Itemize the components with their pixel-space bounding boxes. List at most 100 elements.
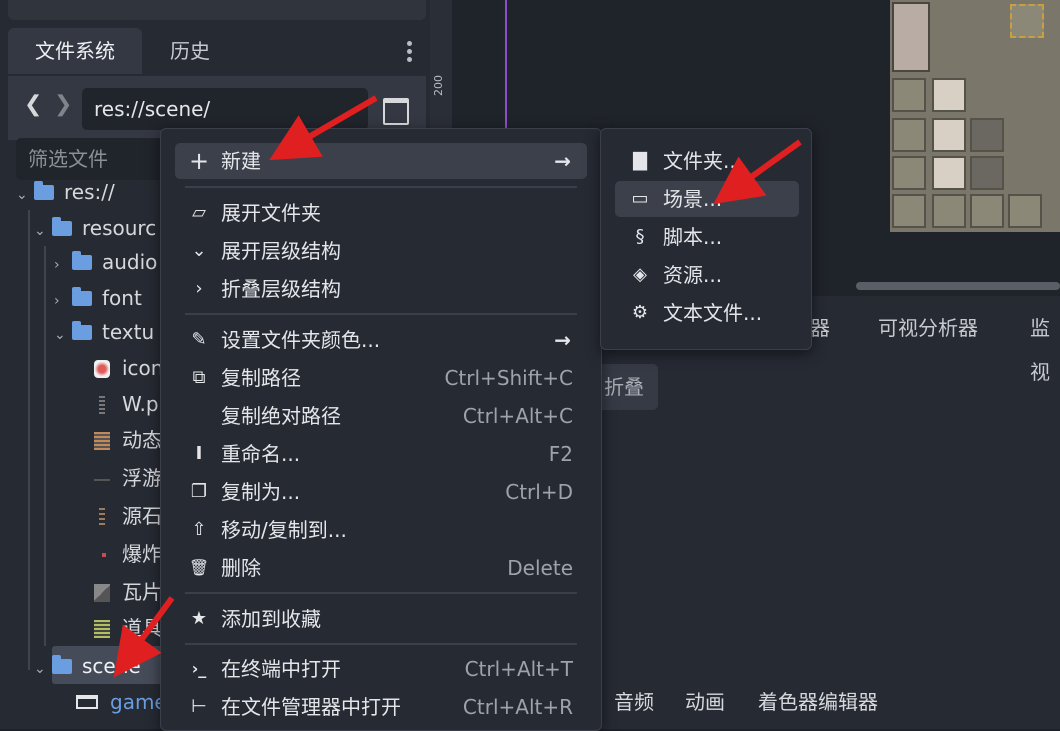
image-thumb-icon xyxy=(94,584,110,602)
menu-item-add-favorite[interactable]: ★ 添加到收藏 xyxy=(175,601,587,637)
star-icon: ★ xyxy=(190,608,208,629)
tab-partial[interactable]: 器 xyxy=(810,306,830,350)
tree-guide-line xyxy=(28,210,30,670)
cube-icon: ◈ xyxy=(633,264,647,285)
submenu-item-resource[interactable]: ◈ 资源... xyxy=(615,257,799,293)
tree-guide-line xyxy=(44,246,46,646)
tree-item-game-scene[interactable]: game xyxy=(76,684,167,720)
menu-item-expand-hierarchy[interactable]: ⌄ 展开层级结构 xyxy=(175,233,587,269)
tile xyxy=(1010,4,1044,38)
chevron-down-icon: ⌄ xyxy=(191,240,207,261)
tree-item-resources[interactable]: ⌄ resourc xyxy=(34,210,156,246)
path-input[interactable]: res://scene/ xyxy=(82,88,368,130)
menu-item-expand-folder[interactable]: ▱ 展开文件夹 xyxy=(175,195,587,231)
menu-item-open-terminal[interactable]: ›_ 在终端中打开 Ctrl+Alt+T xyxy=(175,651,587,687)
folder-icon xyxy=(72,321,92,340)
folder-icon: ▇ xyxy=(633,150,647,171)
image-thumb-icon xyxy=(94,360,110,378)
tree-item-file[interactable]: 浮游 xyxy=(94,460,162,496)
tree-item-file[interactable]: 道具 xyxy=(94,610,162,646)
tab-animation[interactable]: 动画 xyxy=(685,684,725,720)
tree-item-file[interactable]: 爆炸 xyxy=(94,536,162,572)
tile xyxy=(892,118,926,152)
folder-icon xyxy=(52,655,72,674)
forward-arrow-icon[interactable]: ❯ xyxy=(54,92,72,117)
split-view-icon[interactable] xyxy=(383,98,409,125)
folder-icon xyxy=(72,287,92,306)
folder-open-icon: ▱ xyxy=(192,202,206,223)
text-file-icon: ⚙ xyxy=(631,302,649,323)
tile xyxy=(892,194,926,228)
tab-shader-editor[interactable]: 着色器编辑器 xyxy=(758,684,878,720)
clapper-icon: ▭ xyxy=(631,188,649,209)
folder-icon xyxy=(72,251,92,270)
tab-visual-profiler[interactable]: 可视分析器 xyxy=(878,306,978,350)
tree-item-audio[interactable]: › audio xyxy=(54,244,157,280)
menu-item-move-copy[interactable]: ⇧ 移动/复制到... xyxy=(175,512,587,548)
image-thumb-icon xyxy=(99,396,105,414)
tile xyxy=(892,78,926,112)
tile xyxy=(932,78,966,112)
menu-item-open-file-manager[interactable]: ⊢ 在文件管理器中打开 Ctrl+Alt+R xyxy=(175,689,587,725)
tree-item-file[interactable]: icon xyxy=(94,350,163,386)
tile xyxy=(970,118,1004,152)
image-thumb-icon xyxy=(94,479,110,481)
tree-item-textures[interactable]: ⌄ textu xyxy=(54,314,154,350)
submenu-item-text-file[interactable]: ⚙ 文本文件... xyxy=(615,295,799,331)
submenu-item-scene[interactable]: ▭ 场景... xyxy=(615,181,799,217)
menu-item-folder-color[interactable]: ✎ 设置文件夹颜色... → xyxy=(175,322,587,358)
new-submenu: ▇ 文件夹... ▭ 场景... § 脚本... ◈ 资源... ⚙ 文本文件.… xyxy=(600,128,812,350)
script-icon: § xyxy=(635,226,645,247)
image-thumb-icon xyxy=(102,553,106,557)
tab-audio[interactable]: 音频 xyxy=(614,684,654,720)
tile xyxy=(1008,194,1042,228)
tile xyxy=(932,156,966,190)
chevron-right-icon: › xyxy=(195,278,203,299)
image-thumb-icon xyxy=(99,508,105,526)
tab-history[interactable]: 历史 xyxy=(142,28,238,74)
copy-icon: ⧉ xyxy=(192,367,206,388)
tree-item-font[interactable]: › font xyxy=(54,280,142,316)
image-thumb-icon xyxy=(94,432,110,450)
plus-icon: + xyxy=(188,147,210,175)
menu-item-rename[interactable]: I 重命名... F2 xyxy=(175,436,587,472)
viewport-guide-line xyxy=(505,0,507,130)
tree-item-file[interactable]: W.p xyxy=(94,386,159,422)
menu-item-copy-path[interactable]: ⧉ 复制路径 Ctrl+Shift+C xyxy=(175,360,587,396)
brush-icon: ✎ xyxy=(191,329,207,350)
arrow-right-icon: → xyxy=(554,149,571,173)
tree-item-res[interactable]: ⌄ res:// xyxy=(16,174,115,210)
tab-menu-kebab-icon[interactable] xyxy=(404,38,414,66)
tile xyxy=(892,2,930,72)
submenu-item-script[interactable]: § 脚本... xyxy=(615,219,799,255)
tilemap-preview xyxy=(890,0,1060,232)
menu-item-new[interactable]: + 新建 → xyxy=(175,143,587,179)
menu-item-collapse-hierarchy[interactable]: › 折叠层级结构 xyxy=(175,271,587,307)
terminal-icon: ›_ xyxy=(191,659,207,678)
arrow-right-icon: → xyxy=(554,328,571,352)
tree-item-file[interactable]: 瓦片 xyxy=(94,574,162,610)
menu-item-delete[interactable]: 🗑 删除 Delete xyxy=(175,550,587,586)
duplicate-icon: ❐ xyxy=(190,481,208,502)
back-arrow-icon[interactable]: ❮ xyxy=(24,92,42,117)
dock-top-strip xyxy=(8,0,426,20)
tile xyxy=(932,118,966,152)
tree-item-file[interactable]: 源石 xyxy=(94,498,162,534)
menu-item-copy-absolute-path[interactable]: 复制绝对路径 Ctrl+Alt+C xyxy=(175,398,587,434)
menu-item-duplicate[interactable]: ❐ 复制为... Ctrl+D xyxy=(175,474,587,510)
dock-tabbar: 文件系统 历史 xyxy=(8,28,426,74)
folder-icon xyxy=(34,181,54,200)
tree-item-scene[interactable]: ⌄ scene xyxy=(34,648,141,684)
rename-icon: I xyxy=(195,443,203,464)
tile xyxy=(970,194,1004,228)
tab-monitor[interactable]: 监视 xyxy=(1030,306,1060,394)
file-manager-icon: ⊢ xyxy=(191,696,207,717)
clapper-icon xyxy=(76,695,98,709)
tree-item-file[interactable]: 动态 xyxy=(94,422,162,458)
submenu-item-folder[interactable]: ▇ 文件夹... xyxy=(615,143,799,179)
trash-icon: 🗑 xyxy=(188,558,210,577)
tile xyxy=(932,194,966,228)
tab-filesystem[interactable]: 文件系统 xyxy=(8,28,142,74)
folder-icon xyxy=(52,217,72,236)
horizontal-scrollbar[interactable] xyxy=(856,282,1060,290)
